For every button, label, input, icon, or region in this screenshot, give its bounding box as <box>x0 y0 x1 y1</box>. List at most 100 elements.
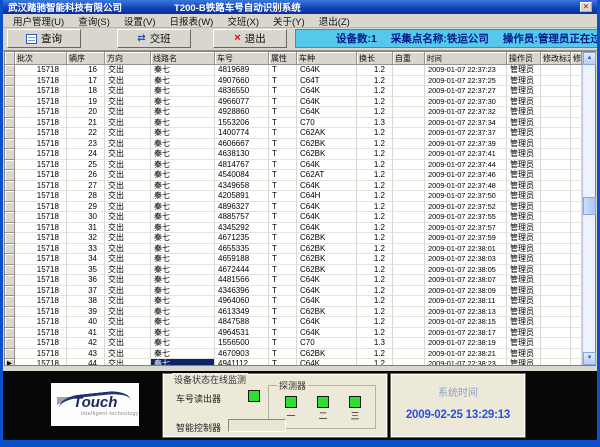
row-selector[interactable] <box>5 65 15 76</box>
column-header-4[interactable]: 车号 <box>215 52 269 65</box>
query-button[interactable]: 查询 <box>7 29 81 48</box>
row-selector[interactable] <box>5 286 15 297</box>
row-selector[interactable] <box>5 317 15 328</box>
row-selector[interactable] <box>5 275 15 286</box>
row-selector[interactable] <box>5 223 15 234</box>
column-header-8[interactable]: 自重 <box>393 52 425 65</box>
column-header-1[interactable]: 辆序 <box>67 52 105 65</box>
row-selector[interactable] <box>5 97 15 108</box>
row-selector[interactable] <box>5 202 15 213</box>
table-row[interactable]: 1571839交出秦七4613349TC62BK1.22009-01-07 22… <box>5 307 582 318</box>
table-row[interactable]: 1571837交出秦七4346396TC64K1.22009-01-07 22:… <box>5 286 582 297</box>
cell: 交出 <box>105 181 151 192</box>
row-selector[interactable] <box>5 149 15 160</box>
cell: 管理员 <box>507 86 541 97</box>
menu-item-4[interactable]: 交班(X) <box>220 14 266 28</box>
table-row[interactable]: 1571825交出秦七4814767TC64K1.22009-01-07 22:… <box>5 160 582 171</box>
table-row[interactable]: 1571816交出秦七4819689TC64K1.22009-01-07 22:… <box>5 65 582 76</box>
table-row[interactable]: 1571841交出秦七4964531TC64K1.22009-01-07 22:… <box>5 328 582 339</box>
vertical-scrollbar[interactable]: ▲ ▼ <box>582 52 595 365</box>
row-selector[interactable] <box>5 191 15 202</box>
table-row[interactable]: 1571823交出秦七4606667TC62BK1.22009-01-07 22… <box>5 139 582 150</box>
table-row[interactable]: 1571836交出秦七4481566TC64K1.22009-01-07 22:… <box>5 275 582 286</box>
column-header-6[interactable]: 车种 <box>297 52 357 65</box>
close-icon[interactable]: × <box>580 2 592 12</box>
row-selector[interactable] <box>5 212 15 223</box>
table-row[interactable]: 1571818交出秦七4836550TC64K1.22009-01-07 22:… <box>5 86 582 97</box>
table-row[interactable]: 1571822交出秦七1400774TC62AK1.22009-01-07 22… <box>5 128 582 139</box>
table-row[interactable]: 1571828交出秦七4205891TC64H1.22009-01-07 22:… <box>5 191 582 202</box>
table-row[interactable]: 1571833交出秦七4655335TC62BK1.22009-01-07 22… <box>5 244 582 255</box>
menu-item-1[interactable]: 查询(S) <box>71 14 117 28</box>
table-row[interactable]: 1571820交出秦七4928860TC64K1.22009-01-07 22:… <box>5 107 582 118</box>
menu-item-2[interactable]: 设置(V) <box>117 14 163 28</box>
cell: 23 <box>67 139 105 150</box>
table-row[interactable]: 1571819交出秦七4966077TC64K1.22009-01-07 22:… <box>5 97 582 108</box>
column-header-5[interactable]: 属性 <box>269 52 297 65</box>
cell <box>541 223 571 234</box>
row-selector[interactable] <box>5 170 15 181</box>
table-row[interactable]: 1571829交出秦七4896327TC64K1.22009-01-07 22:… <box>5 202 582 213</box>
menu-item-3[interactable]: 日报表(W) <box>163 14 221 28</box>
row-selector[interactable] <box>5 254 15 265</box>
column-header-9[interactable]: 时间 <box>425 52 507 65</box>
shift-change-button[interactable]: ⇄ 交班 <box>117 29 191 48</box>
row-selector[interactable] <box>5 265 15 276</box>
cell: 交出 <box>105 359 151 365</box>
row-selector[interactable] <box>5 128 15 139</box>
row-marker-icon[interactable]: ▶ <box>5 359 15 365</box>
cell: 交出 <box>105 128 151 139</box>
row-selector[interactable] <box>5 139 15 150</box>
row-selector[interactable] <box>5 86 15 97</box>
table-row[interactable]: 1571835交出秦七4672444TC62BK1.22009-01-07 22… <box>5 265 582 276</box>
row-selector[interactable] <box>5 181 15 192</box>
column-header-12[interactable]: 修改信息 <box>571 52 582 65</box>
menu-item-6[interactable]: 退出(Z) <box>312 14 357 28</box>
column-header-3[interactable]: 线路名 <box>151 52 215 65</box>
cell: 31 <box>67 223 105 234</box>
table-row[interactable]: 1571838交出秦七4964060TC64K1.22009-01-07 22:… <box>5 296 582 307</box>
column-header-10[interactable]: 操作员 <box>507 52 541 65</box>
cell <box>393 275 425 286</box>
table-row[interactable]: 1571817交出秦七4907660TC64T1.22009-01-07 22:… <box>5 76 582 87</box>
scrollbar-thumb[interactable] <box>583 197 596 215</box>
column-header-2[interactable]: 方向 <box>105 52 151 65</box>
row-selector[interactable] <box>5 307 15 318</box>
cell <box>541 97 571 108</box>
smart-controller-field[interactable] <box>228 419 286 432</box>
exit-button[interactable]: × 退出 <box>213 29 287 48</box>
table-row[interactable]: 1571824交出秦七4638130TC62BK1.22009-01-07 22… <box>5 149 582 160</box>
column-header-0[interactable]: 批次 <box>15 52 67 65</box>
table-row[interactable]: 1571827交出秦七4349658TC64K1.22009-01-07 22:… <box>5 181 582 192</box>
cell: 2009-01-07 22:38:03 <box>425 254 507 265</box>
cell: 1.2 <box>357 275 393 286</box>
row-selector[interactable] <box>5 244 15 255</box>
scroll-up-icon[interactable]: ▲ <box>583 52 596 65</box>
table-row[interactable]: 1571826交出秦七4540084TC62AT1.22009-01-07 22… <box>5 170 582 181</box>
row-selector[interactable] <box>5 328 15 339</box>
column-header-11[interactable]: 修改标志 <box>541 52 571 65</box>
row-selector[interactable] <box>5 160 15 171</box>
table-row[interactable]: 1571840交出秦七4847588TC64K1.22009-01-07 22:… <box>5 317 582 328</box>
table-row[interactable]: 1571832交出秦七4671235TC62BK1.22009-01-07 22… <box>5 233 582 244</box>
row-selector[interactable] <box>5 233 15 244</box>
scroll-down-icon[interactable]: ▼ <box>583 352 596 365</box>
cell: 交出 <box>105 149 151 160</box>
menu-item-5[interactable]: 关于(Y) <box>266 14 312 28</box>
row-selector[interactable] <box>5 338 15 349</box>
cell <box>571 128 582 139</box>
table-row[interactable]: 1571834交出秦七4659188TC62BK1.22009-01-07 22… <box>5 254 582 265</box>
table-row[interactable]: 1571843交出秦七4670903TC62BK1.22009-01-07 22… <box>5 349 582 360</box>
row-selector[interactable] <box>5 349 15 360</box>
table-row[interactable]: 1571830交出秦七4885757TC64K1.22009-01-07 22:… <box>5 212 582 223</box>
column-header-7[interactable]: 换长 <box>357 52 393 65</box>
row-selector[interactable] <box>5 76 15 87</box>
table-row[interactable]: 1571821交出秦七1553206TC701.32009-01-07 22:3… <box>5 118 582 129</box>
row-selector[interactable] <box>5 118 15 129</box>
table-row[interactable]: 1571831交出秦七4345292TC64K1.22009-01-07 22:… <box>5 223 582 234</box>
row-selector[interactable] <box>5 107 15 118</box>
menu-item-0[interactable]: 用户管理(U) <box>6 14 71 28</box>
table-row[interactable]: ▶1571844交出秦七4941112TC64K1.22009-01-07 22… <box>5 359 582 365</box>
row-selector[interactable] <box>5 296 15 307</box>
table-row[interactable]: 1571842交出秦七1556500TC701.32009-01-07 22:3… <box>5 338 582 349</box>
